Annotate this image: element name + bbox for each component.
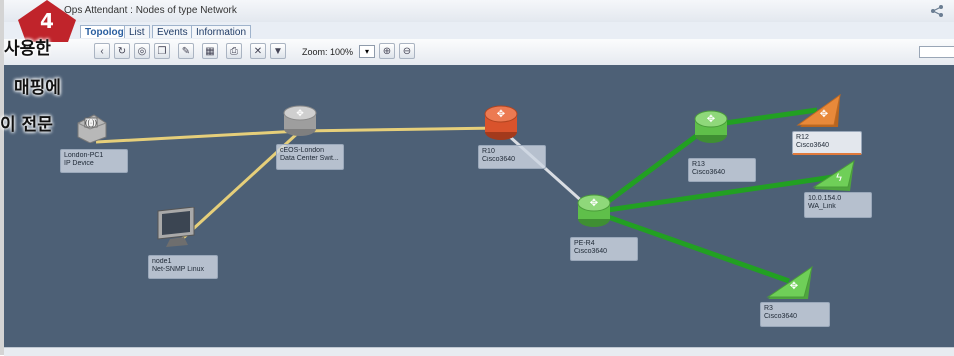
view-tabs: Topology List Events Information xyxy=(4,22,954,40)
label-london-pc1: London-PC1 IP Device xyxy=(60,149,128,173)
link-london-pc1-ceos xyxy=(95,129,301,144)
svg-text:((·)): ((·)) xyxy=(85,120,97,127)
router-icon: ✥ xyxy=(694,110,728,143)
topology-canvas[interactable]: ((·)) London-PC1 IP Device ✥ cEOS-London D… xyxy=(4,65,954,347)
label-r10: R10 Cisco3640 xyxy=(478,145,546,169)
label-r13: R13 Cisco3640 xyxy=(688,158,756,182)
triangle-router-icon: ✥ xyxy=(766,265,813,299)
window-title: Ops Attendant : Nodes of type Network xyxy=(64,5,237,16)
overlay-line-3: 이 전문 xyxy=(0,115,53,135)
close-icon[interactable]: ✕ xyxy=(250,43,266,59)
label-ceos-london: cEOS-London Data Center Swit... xyxy=(276,144,344,170)
print-icon[interactable]: ⎙ xyxy=(226,43,242,59)
svg-text:✥: ✥ xyxy=(296,108,304,118)
wireless-device-icon: ((·)) xyxy=(77,114,107,144)
copy-icon[interactable]: ❐ xyxy=(154,43,170,59)
node-r13[interactable]: ✥ xyxy=(693,107,729,152)
link-ceos-r10 xyxy=(299,126,501,133)
switch-icon: ✥ xyxy=(283,105,317,136)
svg-text:✥: ✥ xyxy=(820,109,828,120)
layout-icon[interactable]: ▦ xyxy=(202,43,218,59)
share-icon[interactable] xyxy=(930,4,944,18)
toolbar: ‹ ↻ ◎ ❐ ✎ ▦ ⎙ ✕ ▼ Zoom: 100% ▾ ⊕ ⊖ xyxy=(4,39,954,66)
edit-icon[interactable]: ✎ xyxy=(178,43,194,59)
node-r10[interactable]: ✥ xyxy=(483,102,519,147)
refresh-icon[interactable]: ↻ xyxy=(114,43,130,59)
router-icon: ✥ xyxy=(577,194,611,227)
node-node1[interactable] xyxy=(154,206,198,254)
back-icon[interactable]: ‹ xyxy=(94,43,110,59)
filter-icon[interactable]: ▼ xyxy=(270,43,286,59)
svg-text:✥: ✥ xyxy=(790,281,798,292)
overlay-line-2: 매핑에 xyxy=(14,78,61,98)
globe-icon[interactable]: ◎ xyxy=(134,43,150,59)
svg-text:✥: ✥ xyxy=(707,114,715,125)
triangle-router-icon: ✥ xyxy=(796,93,841,127)
monitor-icon xyxy=(157,206,195,247)
zoom-out-icon[interactable]: ⊖ xyxy=(399,43,415,59)
svg-text:✥: ✥ xyxy=(590,198,598,209)
tab-list[interactable]: List xyxy=(124,25,150,38)
zoom-dropdown[interactable]: ▾ xyxy=(359,45,375,58)
search-field[interactable] xyxy=(919,46,954,58)
node-pe-r4[interactable]: ✥ xyxy=(576,191,612,236)
label-pe-r4: PE-R4 Cisco3640 xyxy=(570,237,638,261)
svg-text:ϟ: ϟ xyxy=(836,172,842,184)
triangle-link-icon: ϟ xyxy=(812,159,855,191)
router-icon: ✥ xyxy=(484,105,518,140)
node-london-pc1[interactable]: ((·)) xyxy=(74,109,108,148)
tab-events[interactable]: Events xyxy=(152,25,193,38)
network-map-window: Ops Attendant : Nodes of type Network To… xyxy=(0,0,954,356)
node-ceos-london[interactable]: ✥ xyxy=(282,103,318,144)
node-r12[interactable]: ✥ xyxy=(796,93,844,134)
svg-text:✥: ✥ xyxy=(497,109,505,120)
svg-text:4: 4 xyxy=(40,9,54,33)
label-node1: node1 Net-SNMP Linux xyxy=(148,255,218,279)
overlay-line-1: 사용한 xyxy=(4,39,51,59)
label-r12: R12 Cisco3640 xyxy=(792,131,862,155)
node-r3[interactable]: ✥ xyxy=(766,265,814,306)
title-bar: Ops Attendant : Nodes of type Network xyxy=(4,0,954,23)
zoom-label: Zoom: 100% xyxy=(302,47,354,57)
tab-information[interactable]: Information xyxy=(191,25,252,38)
label-wa-link: 10.0.154.0 WA_Link xyxy=(804,192,872,218)
label-r3: R3 Cisco3640 xyxy=(760,302,830,327)
zoom-in-icon[interactable]: ⊕ xyxy=(379,43,395,59)
